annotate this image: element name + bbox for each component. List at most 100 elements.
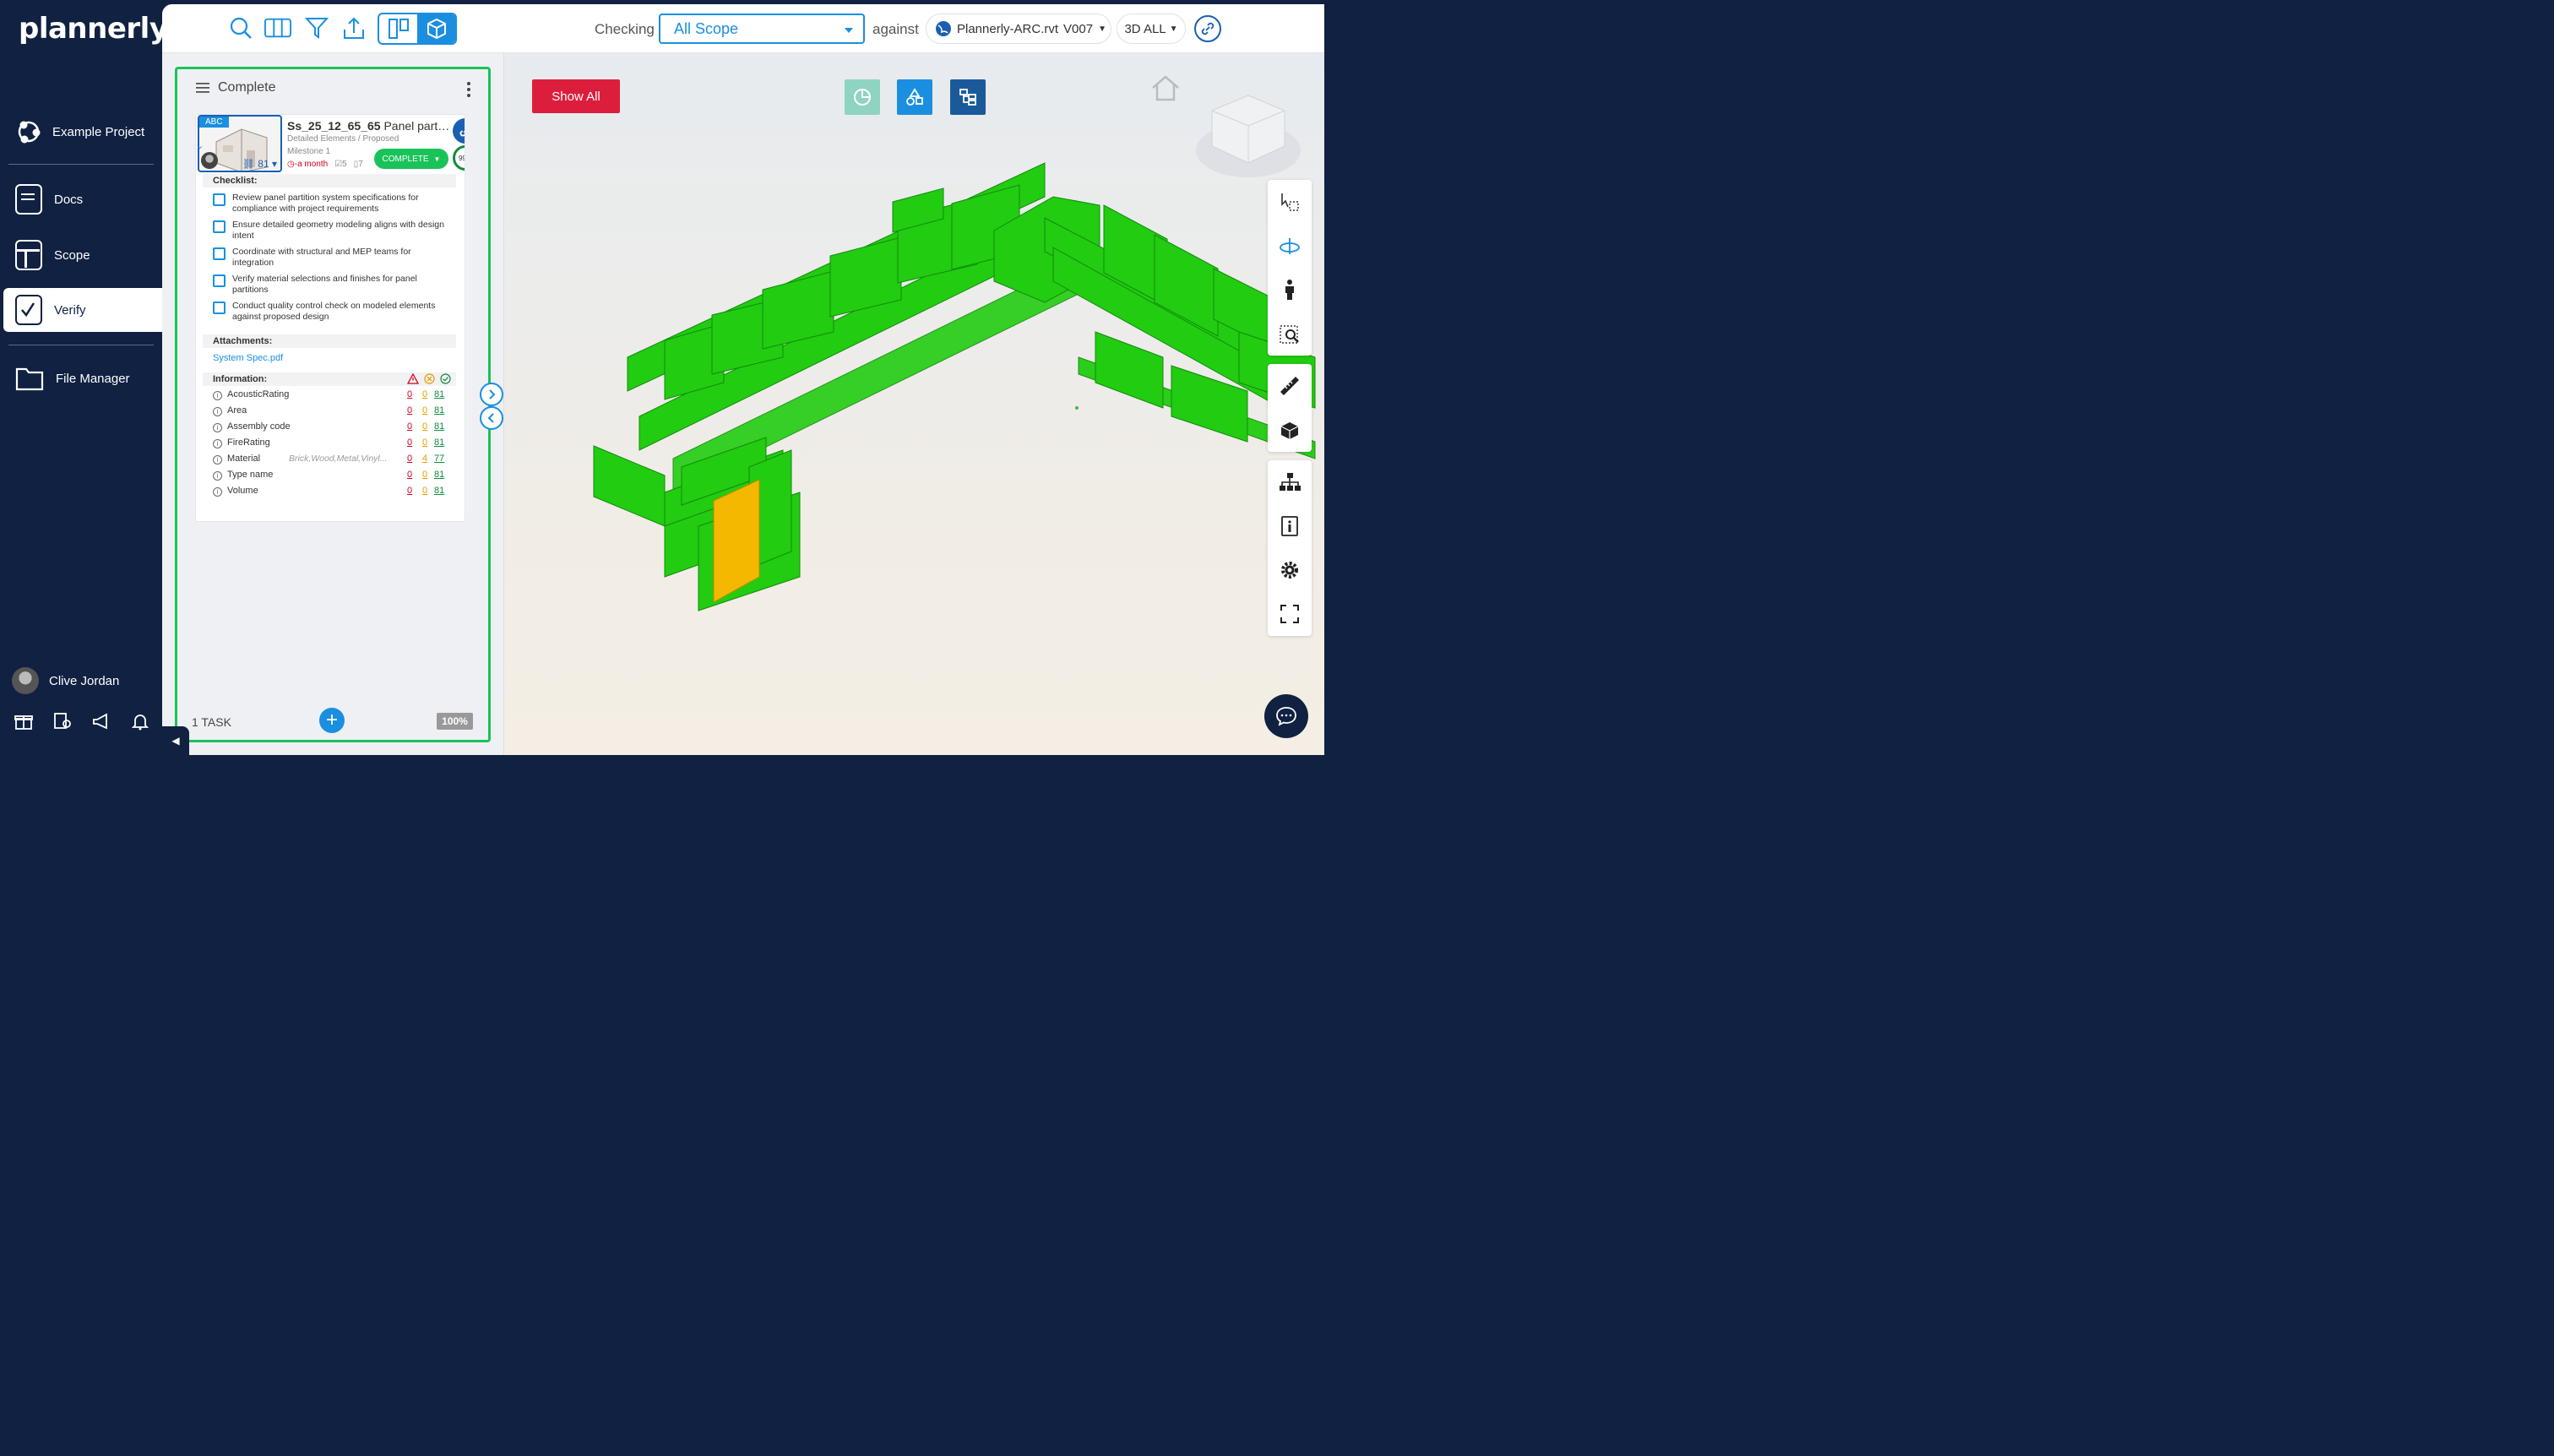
count-missing[interactable]: 0 (407, 421, 412, 432)
app-logo[interactable]: plannerly (19, 12, 168, 46)
scope-dropdown[interactable]: All Scope (659, 14, 865, 44)
info-row[interactable]: i FireRating 0 0 81 (213, 437, 449, 451)
task-title[interactable]: Ss_25_12_65_65 Panel partition systems (287, 119, 451, 133)
shapes-toggle-button[interactable] (897, 79, 932, 115)
board-view-button[interactable] (379, 14, 417, 43)
3d-view-button[interactable] (417, 14, 455, 43)
status-dropdown[interactable]: COMPLETE ▼ (374, 149, 448, 169)
count-ok[interactable]: 81 (434, 405, 444, 416)
info-row[interactable]: i Material Brick,Wood,Metal,Vinyl... 0 4 77 (213, 454, 449, 467)
checklist-item[interactable]: Verify material selections and finishes … (213, 274, 449, 296)
element-count[interactable]: ⛓ 81 ▾ (242, 158, 277, 170)
count-missing[interactable]: 0 (407, 437, 412, 448)
fullscreen-tool[interactable] (1268, 592, 1312, 636)
sidebar-item-docs[interactable]: Docs (3, 177, 162, 221)
settings-tool[interactable] (1268, 548, 1312, 592)
chevron-right-icon (489, 389, 496, 399)
properties-tool[interactable] (1268, 504, 1312, 548)
count-ok[interactable]: 81 (434, 437, 444, 448)
add-task-button[interactable]: + (319, 708, 345, 733)
3d-viewer[interactable]: Show All (504, 53, 1324, 755)
count-error[interactable]: 0 (422, 389, 427, 399)
measure-tool[interactable] (1268, 364, 1312, 408)
user-profile[interactable]: Clive Jordan (12, 667, 119, 694)
checkbox[interactable] (213, 247, 226, 260)
checklist-item[interactable]: Conduct quality control check on modeled… (213, 301, 449, 323)
link-models-button[interactable] (1194, 15, 1221, 42)
walk-tool[interactable] (1268, 268, 1312, 312)
link-button[interactable] (453, 118, 465, 144)
attachment-link[interactable]: System Spec.pdf (213, 353, 283, 363)
count-error[interactable]: 0 (422, 421, 427, 432)
element-thumbnail[interactable]: ABC ⛓ 81 ▾ (198, 115, 282, 172)
info-row[interactable]: i AcousticRating 0 0 81 (213, 389, 449, 403)
project-selector[interactable]: Example Project (15, 117, 159, 147)
checkbox[interactable] (213, 220, 226, 233)
count-ok[interactable]: 81 (434, 486, 444, 496)
more-options-icon[interactable] (467, 82, 470, 100)
info-row[interactable]: i Area 0 0 81 (213, 405, 449, 419)
checkbox[interactable] (213, 274, 226, 287)
count-missing[interactable]: 0 (407, 405, 412, 416)
upload-icon[interactable] (340, 14, 367, 41)
info-row[interactable]: i Volume 0 0 81 (213, 486, 449, 499)
count-ok[interactable]: 81 (434, 389, 444, 399)
columns-icon[interactable] (264, 14, 291, 41)
count-ok[interactable]: 81 (434, 470, 444, 480)
count-error[interactable]: 4 (422, 454, 427, 464)
info-name: Material (227, 454, 261, 464)
count-missing[interactable]: 0 (407, 470, 412, 480)
search-icon[interactable] (227, 14, 254, 41)
count-missing[interactable]: 0 (407, 486, 412, 496)
filter-icon[interactable] (303, 14, 330, 41)
view-selector[interactable]: 3D ALL ▼ (1117, 14, 1186, 44)
count-ok[interactable]: 77 (434, 454, 444, 464)
tree-toggle-button[interactable] (950, 79, 986, 115)
menu-icon[interactable] (196, 82, 209, 94)
chart-toggle-button[interactable] (845, 79, 880, 115)
section-tool[interactable] (1268, 408, 1312, 452)
checklist-item[interactable]: Ensure detailed geometry modeling aligns… (213, 220, 449, 242)
orbit-tool[interactable] (1268, 224, 1312, 268)
info-icon: i (213, 423, 222, 432)
show-all-button[interactable]: Show All (532, 79, 620, 113)
model-selector[interactable]: Plannerly-ARC.rvt V007 ▼ (926, 14, 1111, 44)
sidebar-item-scope[interactable]: Scope (3, 233, 162, 277)
info-row[interactable]: i Type name 0 0 81 (213, 470, 449, 483)
info-icon: i (213, 455, 222, 465)
count-missing[interactable]: 0 (407, 454, 412, 464)
checklist-item[interactable]: Coordinate with structural and MEP teams… (213, 247, 449, 269)
count-missing[interactable]: 0 (407, 389, 412, 399)
award-icon[interactable] (52, 711, 73, 731)
count-ok[interactable]: 81 (434, 421, 444, 432)
megaphone-icon[interactable] (91, 711, 111, 731)
select-tool[interactable] (1268, 180, 1312, 224)
chat-button[interactable] (1264, 694, 1308, 738)
collapse-panel-button[interactable] (480, 406, 503, 430)
zoom-window-tool[interactable] (1268, 312, 1312, 356)
hierarchy-icon (1280, 473, 1301, 491)
home-icon[interactable] (1150, 73, 1181, 102)
count-error[interactable]: 0 (422, 470, 427, 480)
task-card[interactable]: ABC ⛓ 81 ▾ ⌄ Ss_25_12_65_65 Panel partit… (195, 114, 465, 522)
caret-left-icon: ◀ (171, 735, 180, 747)
collapse-sidebar-button[interactable]: ◀ (162, 726, 189, 755)
checkbox[interactable] (213, 193, 226, 206)
sidebar-item-file-manager[interactable]: File Manager (3, 356, 162, 400)
model-browser-tool[interactable] (1268, 460, 1312, 504)
viewer-toolbar-measure (1268, 364, 1312, 452)
sidebar-item-verify[interactable]: Verify (3, 288, 162, 332)
expand-panel-button[interactable] (480, 383, 503, 406)
info-row[interactable]: i Assembly code 0 0 81 (213, 421, 449, 435)
view-cube-icon[interactable] (1193, 87, 1303, 188)
checkbox[interactable] (213, 302, 226, 314)
checklist-item[interactable]: Review panel partition system specificat… (213, 193, 449, 215)
gift-icon[interactable] (14, 711, 34, 731)
count-error[interactable]: 0 (422, 437, 427, 448)
count-error[interactable]: 0 (422, 405, 427, 416)
bell-icon[interactable] (130, 711, 150, 731)
completion-percent: 100% (437, 713, 473, 730)
status-value: COMPLETE (382, 154, 429, 164)
chevron-down-icon[interactable]: ⌄ (196, 140, 204, 151)
count-error[interactable]: 0 (422, 486, 427, 496)
